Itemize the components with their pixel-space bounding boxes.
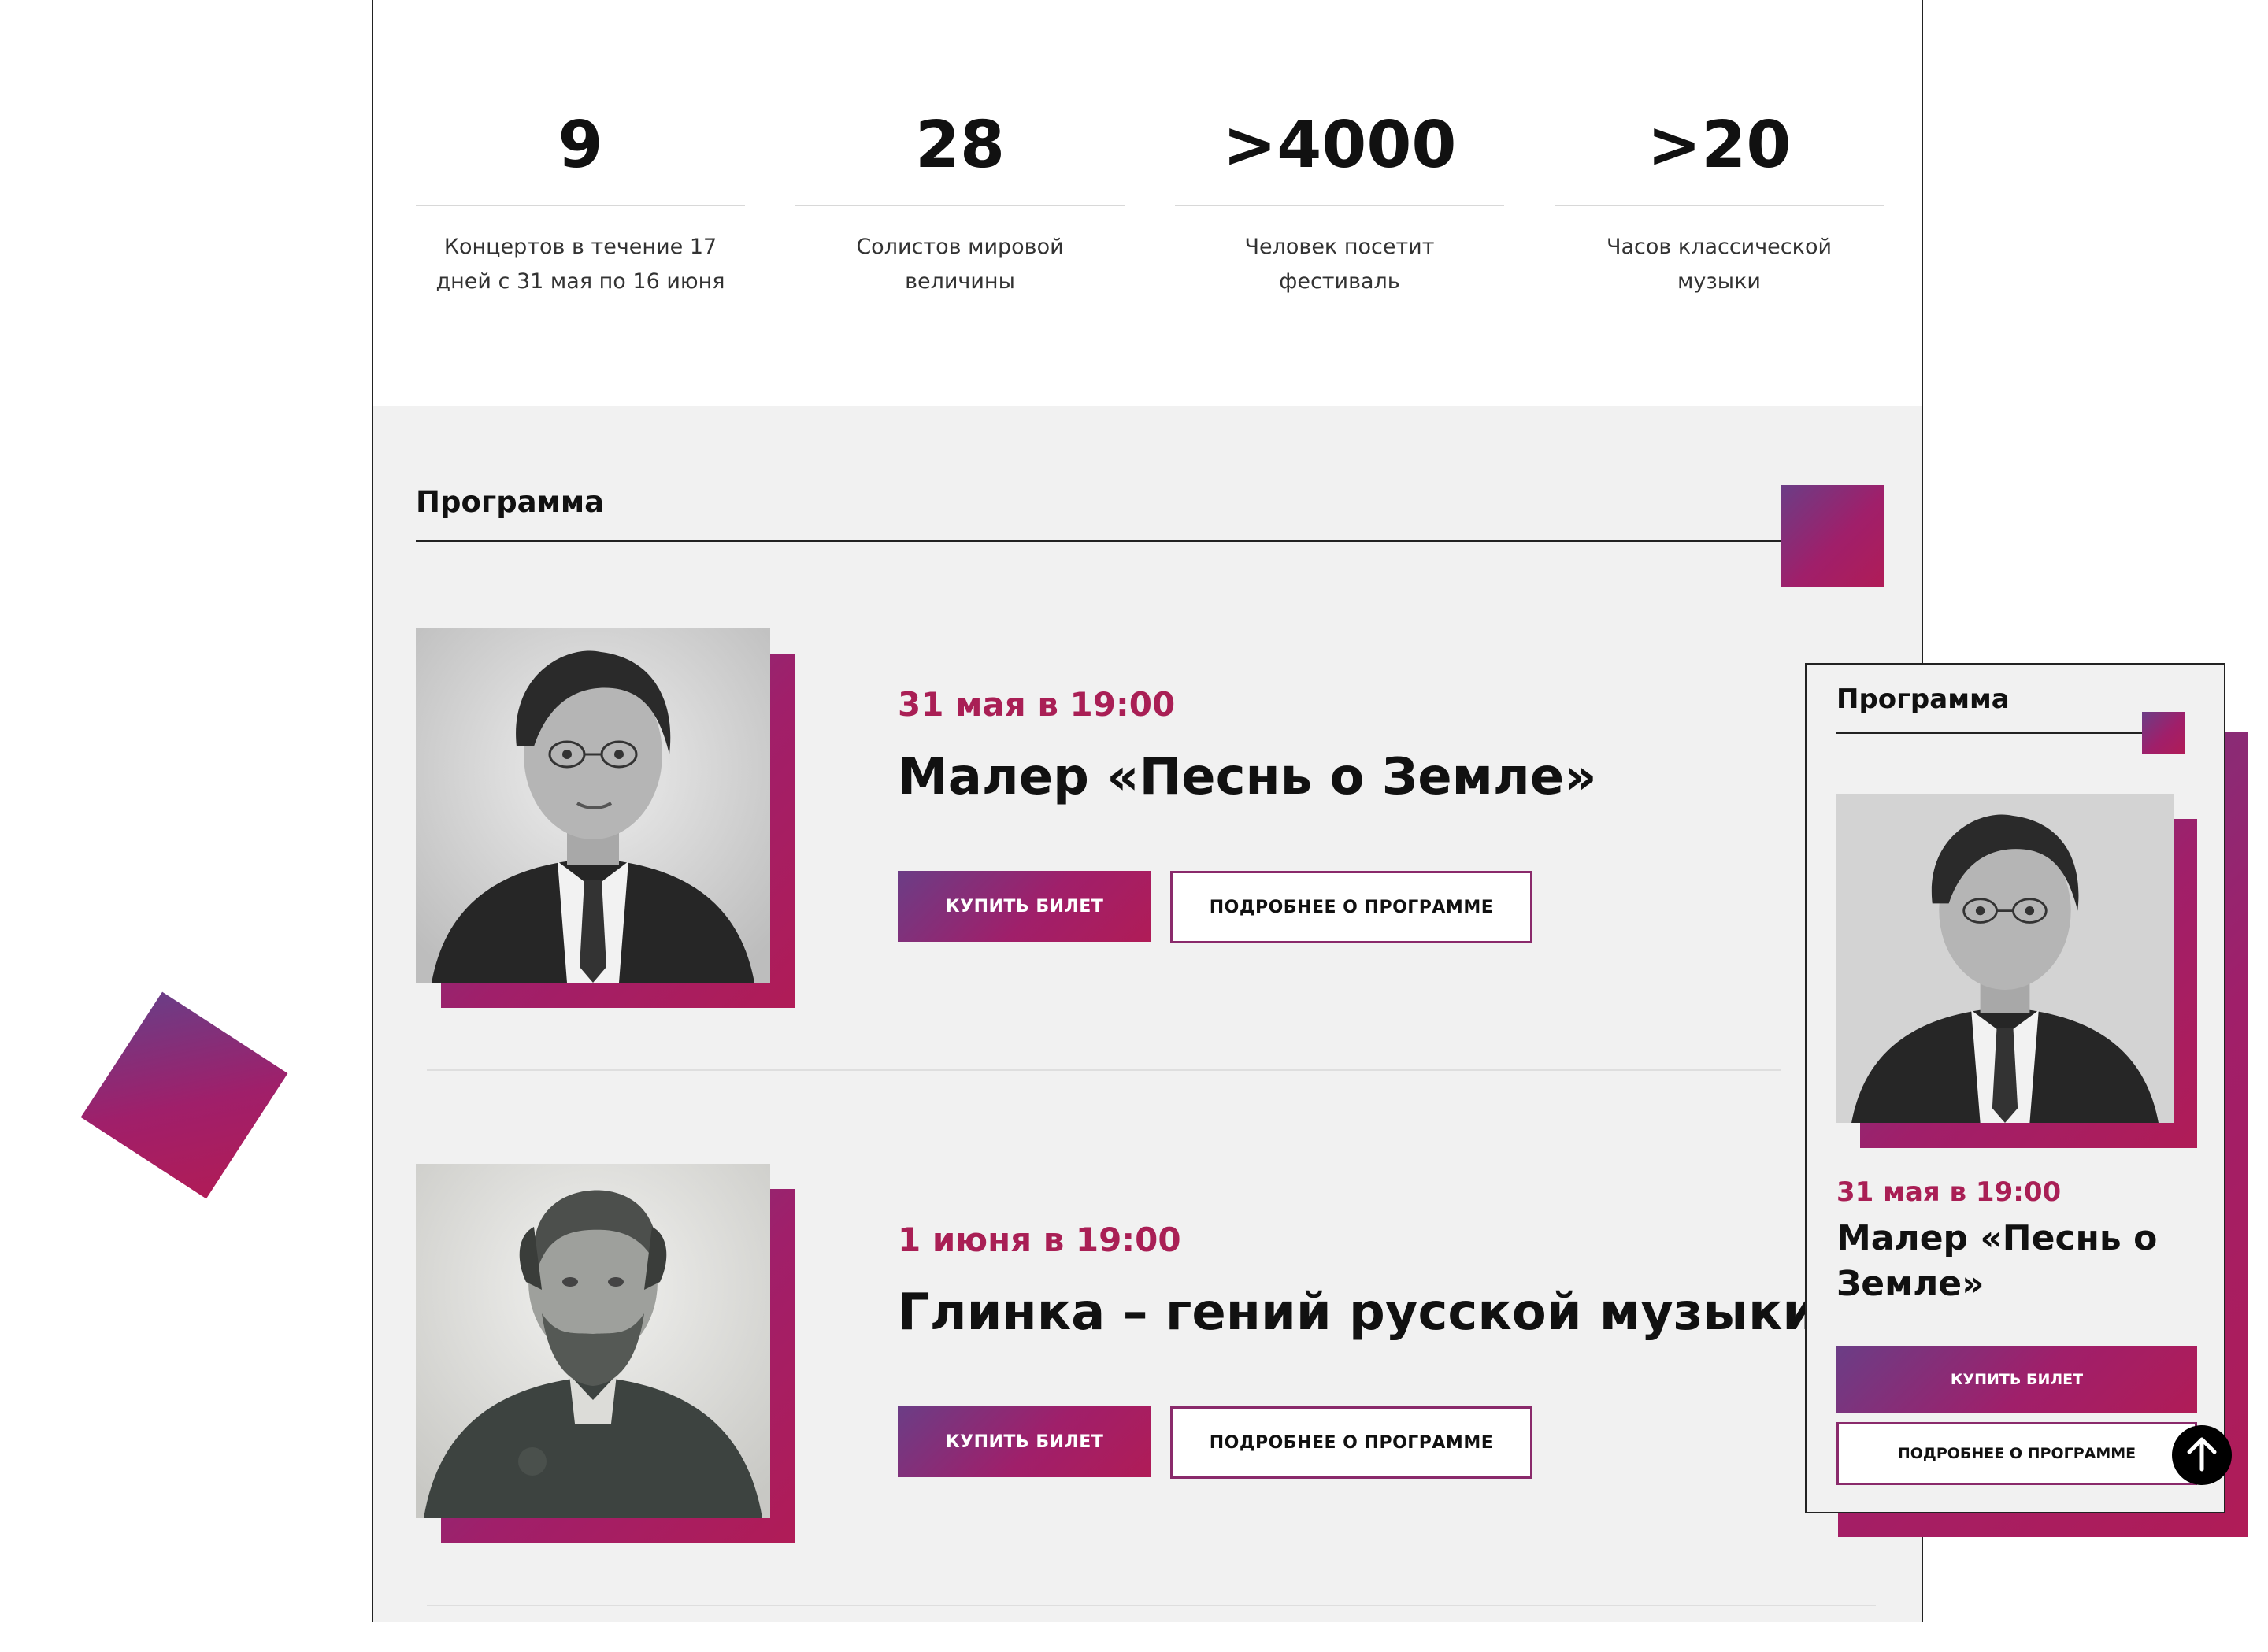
section-title: Программа xyxy=(416,485,605,519)
scroll-top-button[interactable] xyxy=(2172,1425,2232,1485)
program-details-button[interactable]: ПОДРОБНЕЕ О ПРОГРАММЕ xyxy=(1170,1406,1532,1479)
stat-number: >4000 xyxy=(1222,108,1457,183)
section-title: Программа xyxy=(1836,683,2010,715)
section-rule xyxy=(1836,732,2167,734)
stat-description: Человек посетит фестиваль xyxy=(1244,235,1435,294)
stat-divider xyxy=(1555,205,1884,206)
decorative-square xyxy=(1781,485,1884,587)
stat-number: 28 xyxy=(914,108,1006,183)
decorative-diamond xyxy=(80,991,288,1199)
event-photo-wrap xyxy=(416,628,795,1008)
stat-divider xyxy=(416,205,745,206)
stat-concerts: 9 Концертов в течение 17 дней с 31 мая п… xyxy=(416,102,745,299)
decorative-square xyxy=(2142,712,2185,754)
stat-number: 9 xyxy=(558,108,603,183)
desktop-mockup: 9 Концертов в течение 17 дней с 31 мая п… xyxy=(372,0,1923,1622)
stat-description: Солистов мировой величины xyxy=(856,235,1064,294)
buy-ticket-button[interactable]: КУПИТЬ БИЛЕТ xyxy=(898,871,1151,942)
stats-section: 9 Концертов в течение 17 дней с 31 мая п… xyxy=(373,0,1922,406)
program-details-button[interactable]: ПОДРОБНЕЕ О ПРОГРАММЕ xyxy=(1170,871,1532,943)
stat-soloists: 28 Солистов мировой величины xyxy=(795,102,1125,299)
stat-hours: >20 Часов классической музыки xyxy=(1555,102,1884,299)
event-card: 31 мая в 19:00 Малер «Песнь о Земле» КУП… xyxy=(373,628,1922,1117)
stat-description: Часов классической музыки xyxy=(1606,235,1833,294)
mobile-mockup: Программа 31 мая в 19:00 Малер «Песнь о … xyxy=(1805,663,2225,1513)
section-rule xyxy=(416,540,1830,542)
event-title: Малер «Песнь о Земле» xyxy=(898,748,1597,806)
stat-visitors: >4000 Человек посетит фестиваль xyxy=(1175,102,1504,299)
stat-divider xyxy=(1175,205,1504,206)
event-photo-wrap xyxy=(416,1164,795,1543)
composer-portrait-mahler xyxy=(1836,794,2174,1123)
program-details-button[interactable]: ПОДРОБНЕЕ О ПРОГРАММЕ xyxy=(1836,1422,2197,1485)
arrow-up-icon xyxy=(2185,1435,2219,1476)
stat-divider xyxy=(795,205,1125,206)
buy-ticket-button[interactable]: КУПИТЬ БИЛЕТ xyxy=(1836,1346,2197,1413)
stat-description: Концертов в течение 17 дней с 31 мая по … xyxy=(435,235,725,294)
event-date: 31 мая в 19:00 xyxy=(898,685,1176,724)
event-title: Глинка – гений русской музыки xyxy=(898,1283,1818,1342)
composer-portrait-glinka xyxy=(416,1164,770,1518)
event-date: 1 июня в 19:00 xyxy=(898,1220,1181,1259)
event-title: Малер «Песнь о Земле» xyxy=(1836,1218,2158,1304)
event-card: 1 июня в 19:00 Глинка – гений русской му… xyxy=(373,1164,1922,1652)
event-divider xyxy=(427,1069,1781,1071)
event-date: 31 мая в 19:00 xyxy=(1836,1176,2062,1208)
buy-ticket-button[interactable]: КУПИТЬ БИЛЕТ xyxy=(898,1406,1151,1477)
event-divider xyxy=(427,1605,1876,1606)
program-section: Программа 31 мая в 19:00 Малер «Песнь о … xyxy=(373,406,1922,1622)
composer-portrait-mahler xyxy=(416,628,770,983)
stat-number: >20 xyxy=(1647,108,1792,183)
